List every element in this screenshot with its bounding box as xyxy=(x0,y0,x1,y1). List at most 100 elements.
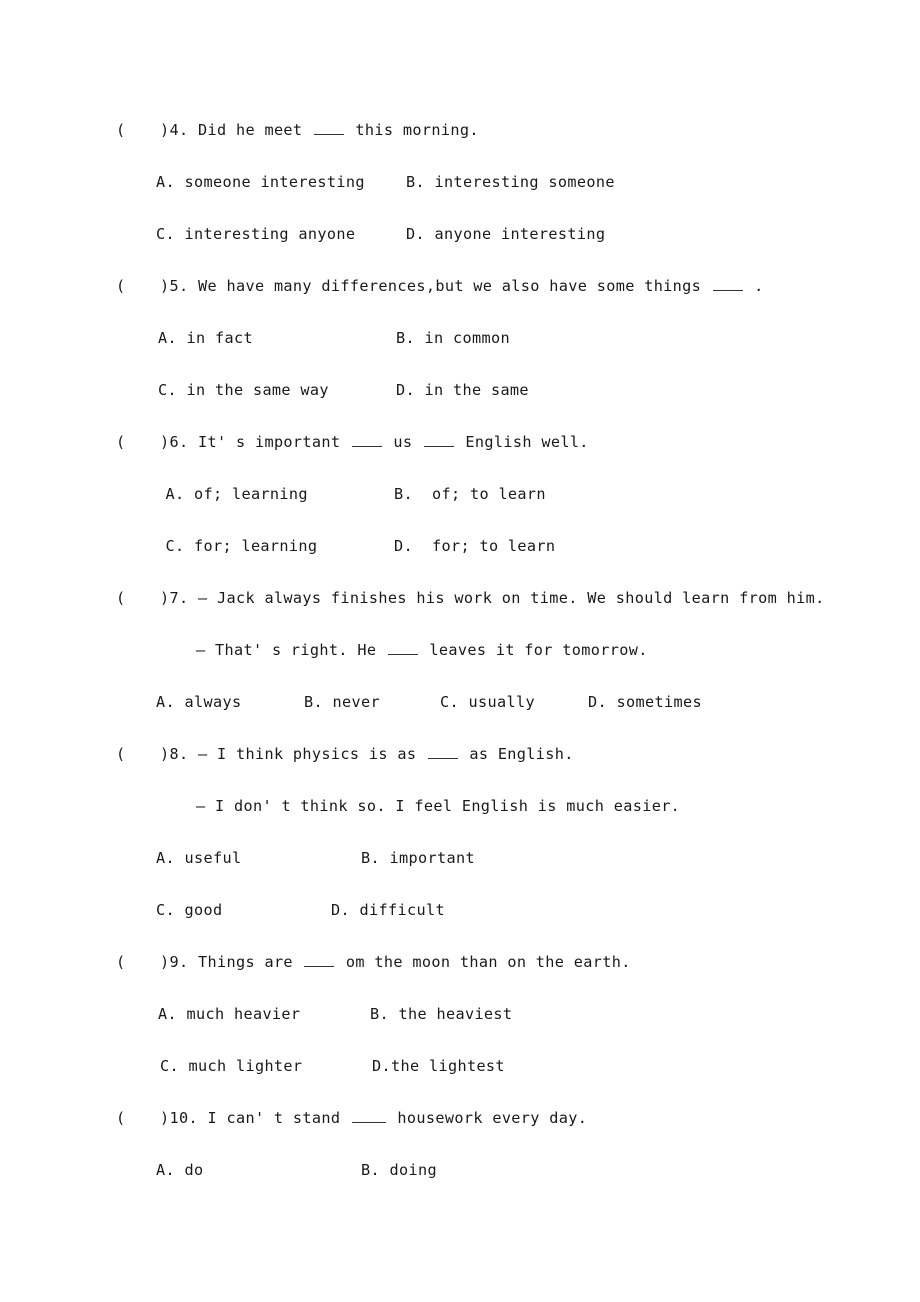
worksheet-body: ()4. Did he meet this morning. A. someon… xyxy=(0,104,920,1196)
option-4-B[interactable]: B. interesting someone xyxy=(406,156,615,208)
fill-blank-9[interactable] xyxy=(304,954,335,967)
option-4-C[interactable]: C. interesting anyone xyxy=(156,208,406,260)
option-text-10-B: doing xyxy=(380,1161,437,1179)
fill-blank-5[interactable] xyxy=(712,278,743,291)
option-text-8-D: difficult xyxy=(350,901,445,919)
question-number-7: 7. xyxy=(169,589,189,607)
paren-open-6: ( xyxy=(116,433,126,451)
fill-blank-7[interactable] xyxy=(387,642,418,655)
option-7-C[interactable]: C. usually xyxy=(440,676,588,728)
option-row-9-1: A. much heavier B. the heaviest xyxy=(0,988,920,1040)
question-block-4: ()4. Did he meet this morning. A. someon… xyxy=(0,104,920,260)
stem-text-6b: us xyxy=(383,433,422,451)
option-label-8-A: A. xyxy=(156,849,175,867)
question-stem-8: ()8. — I think physics is as as English. xyxy=(0,728,920,780)
option-9-C[interactable]: C. much lighter xyxy=(160,1040,372,1092)
option-8-B[interactable]: B. important xyxy=(361,832,475,884)
fill-blank-6-2[interactable] xyxy=(423,434,454,447)
option-4-A[interactable]: A. someone interesting xyxy=(156,156,406,208)
option-text-4-B: interesting someone xyxy=(425,173,615,191)
paren-close-9: ) xyxy=(160,953,170,971)
question-number-10: 10. xyxy=(169,1109,198,1127)
stem-text-10b: housework every day. xyxy=(387,1109,588,1127)
option-label-8-B: B. xyxy=(361,849,380,867)
option-label-8-D: D. xyxy=(331,901,350,919)
option-9-A[interactable]: A. much heavier xyxy=(158,988,370,1040)
stem-text-5b: . xyxy=(744,277,764,295)
answer-box-paren-8[interactable]: ( xyxy=(116,728,160,780)
answer-box-paren-9[interactable]: ( xyxy=(116,936,160,988)
option-5-D[interactable]: D. in the same xyxy=(396,364,529,416)
option-label-6-A: A. xyxy=(156,485,185,503)
question-stem-5: ()5. We have many differences,but we als… xyxy=(0,260,920,312)
option-label-5-C: C. xyxy=(158,381,177,399)
option-label-9-A: A. xyxy=(158,1005,177,1023)
option-6-C[interactable]: C. for; learning xyxy=(156,520,394,572)
paren-close-4: ) xyxy=(160,121,170,139)
option-10-A[interactable]: A. do xyxy=(156,1144,361,1196)
question-number-9: 9. xyxy=(169,953,189,971)
option-7-A[interactable]: A. always xyxy=(156,676,304,728)
option-8-A[interactable]: A. useful xyxy=(156,832,361,884)
option-text-9-C: much lighter xyxy=(179,1057,303,1075)
option-10-B[interactable]: B. doing xyxy=(361,1144,437,1196)
answer-box-paren-6[interactable]: ( xyxy=(116,416,160,468)
option-row-9-2: C. much lighter D.the lightest xyxy=(0,1040,920,1092)
fill-blank-4[interactable] xyxy=(313,122,344,135)
option-text-6-D: for; to learn xyxy=(413,537,556,555)
option-text-8-C: good xyxy=(175,901,223,919)
option-9-D[interactable]: D.the lightest xyxy=(372,1040,505,1092)
fill-blank-6-1[interactable] xyxy=(351,434,382,447)
option-label-9-B: B. xyxy=(370,1005,389,1023)
option-text-9-A: much heavier xyxy=(177,1005,301,1023)
option-7-B[interactable]: B. never xyxy=(304,676,440,728)
answer-box-paren-10[interactable]: ( xyxy=(116,1092,160,1144)
option-6-B[interactable]: B. of; to learn xyxy=(394,468,546,520)
fill-blank-10[interactable] xyxy=(351,1110,386,1123)
question-number-5: 5. xyxy=(169,277,189,295)
option-label-7-C: C. xyxy=(440,693,459,711)
option-label-5-A: A. xyxy=(158,329,177,347)
fill-blank-8[interactable] xyxy=(427,746,458,759)
option-text-4-A: someone interesting xyxy=(175,173,365,191)
paren-open-7: ( xyxy=(116,589,126,607)
paren-open-8: ( xyxy=(116,745,126,763)
option-9-B[interactable]: B. the heaviest xyxy=(370,988,512,1040)
option-text-6-B: of; to learn xyxy=(413,485,546,503)
answer-box-paren-4[interactable]: ( xyxy=(116,104,160,156)
option-text-9-D: the lightest xyxy=(391,1057,505,1075)
option-6-D[interactable]: D. for; to learn xyxy=(394,520,555,572)
option-label-6-B: B. xyxy=(394,485,413,503)
option-5-C[interactable]: C. in the same way xyxy=(158,364,396,416)
option-text-7-D: sometimes xyxy=(607,693,702,711)
option-8-C[interactable]: C. good xyxy=(156,884,331,936)
option-5-B[interactable]: B. in common xyxy=(396,312,510,364)
option-4-D[interactable]: D. anyone interesting xyxy=(406,208,605,260)
option-label-4-D: D. xyxy=(406,225,425,243)
option-text-4-C: interesting anyone xyxy=(175,225,356,243)
paren-close-8: ) xyxy=(160,745,170,763)
question-number-6: 6. xyxy=(169,433,189,451)
option-label-9-C: C. xyxy=(160,1057,179,1075)
stem-text-4a: Did he meet xyxy=(188,121,312,139)
option-label-5-B: B. xyxy=(396,329,415,347)
option-7-D[interactable]: D. sometimes xyxy=(588,676,702,728)
stem-text-4b: this morning. xyxy=(345,121,479,139)
option-8-D[interactable]: D. difficult xyxy=(331,884,445,936)
option-5-A[interactable]: A. in fact xyxy=(158,312,396,364)
question-block-8: ()8. — I think physics is as as English.… xyxy=(0,728,920,936)
option-6-A[interactable]: A. of; learning xyxy=(156,468,394,520)
option-label-9-D: D. xyxy=(372,1057,391,1075)
question-stem-10: ()10. I can' t stand housework every day… xyxy=(0,1092,920,1144)
option-label-6-C: C. xyxy=(156,537,185,555)
option-label-8-C: C. xyxy=(156,901,175,919)
question-reply-7: — That' s right. He leaves it for tomorr… xyxy=(0,624,920,676)
paren-open-4: ( xyxy=(116,121,126,139)
answer-box-paren-5[interactable]: ( xyxy=(116,260,160,312)
answer-box-paren-7[interactable]: ( xyxy=(116,572,160,624)
paren-close-10: ) xyxy=(160,1109,170,1127)
stem-text-5a: We have many differences,but we also hav… xyxy=(188,277,711,295)
option-text-5-B: in common xyxy=(415,329,510,347)
paren-open-9: ( xyxy=(116,953,126,971)
option-text-7-C: usually xyxy=(459,693,535,711)
